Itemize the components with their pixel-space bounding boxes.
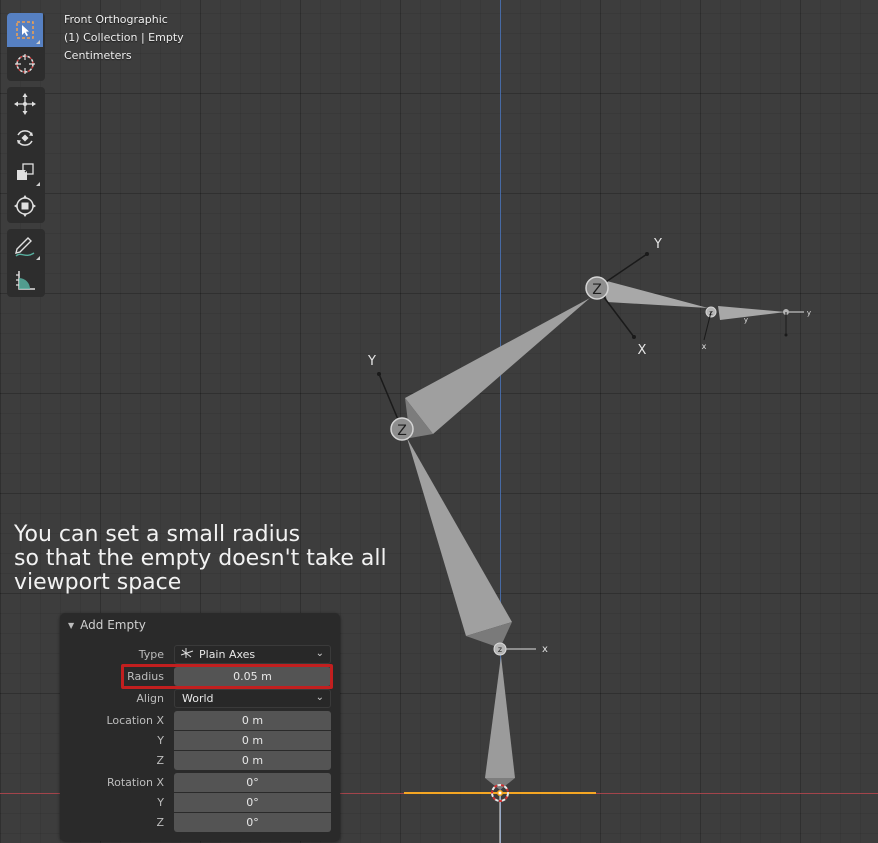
location-y-label: Y [157, 734, 164, 747]
rotation-z-row: Z 0° [60, 813, 340, 833]
annotate-tool[interactable] [7, 229, 43, 263]
collapse-triangle-icon[interactable]: ▼ [68, 621, 74, 630]
select-box-tool[interactable] [7, 13, 43, 47]
chevron-down-icon: ⌄ [315, 648, 324, 659]
panel-title: Add Empty [80, 618, 146, 632]
rotation-y-label: Y [157, 796, 164, 809]
radius-highlight-box [121, 664, 333, 689]
tiny-empty-right-x-label: y [807, 309, 811, 317]
move-tool[interactable] [7, 87, 43, 121]
3d-cursor-icon[interactable] [489, 782, 511, 804]
bone-right-small[interactable] [718, 306, 786, 320]
location-x-row: Location X 0 m [60, 711, 340, 731]
annotate-icon [15, 237, 35, 257]
bone-lower[interactable] [485, 656, 515, 778]
rotate-tool[interactable] [7, 121, 43, 155]
cursor-tool[interactable] [7, 47, 43, 81]
big-empty-upper-x-dot [632, 335, 636, 339]
bone-right[interactable] [603, 280, 708, 308]
location-y-row: Y 0 m [60, 731, 340, 751]
move-icon [14, 93, 36, 115]
transform-tool-group [7, 87, 45, 223]
units-label: Centimeters [64, 49, 132, 62]
location-x-label: Location X [106, 714, 164, 727]
big-empty-upper-x-label: X [638, 343, 647, 358]
big-empty-upper-z-label: Z [592, 282, 602, 298]
scale-icon [17, 163, 34, 180]
select-tool-group [7, 13, 45, 81]
align-row: Align World ⌄ [60, 689, 340, 709]
rotate-icon [17, 130, 33, 146]
location-x-field[interactable]: 0 m [174, 711, 331, 730]
small-empty-right-x-label: x [702, 342, 707, 351]
rotation-x-field[interactable]: 0° [174, 773, 331, 792]
plain-axes-icon [180, 647, 194, 662]
cursor-icon [15, 54, 35, 74]
viewport-overlay-info: Front Orthographic (1) Collection | Empt… [64, 11, 184, 65]
location-y-field[interactable]: 0 m [174, 731, 331, 750]
location-z-label: Z [156, 754, 164, 767]
small-empty-bottom-x-label: x [542, 644, 548, 655]
panel-header[interactable]: ▼ Add Empty [68, 618, 146, 632]
location-z-field[interactable]: 0 m [174, 751, 331, 770]
location-z-row: Z 0 m [60, 751, 340, 771]
align-label: Align [136, 692, 164, 705]
measure-tool[interactable] [7, 263, 43, 297]
type-label: Type [138, 648, 164, 661]
type-dropdown[interactable]: Plain Axes ⌄ [174, 645, 331, 664]
tool-shelf [7, 13, 45, 303]
big-empty-upper-y-label: Y [653, 237, 662, 252]
add-empty-panel: ▼ Add Empty Type Plain Axes ⌄ Radius 0.0… [60, 613, 340, 841]
big-empty-lower-y-label: Y [367, 354, 376, 369]
rotation-z-label: Z [156, 816, 164, 829]
chevron-down-icon: ⌄ [315, 692, 324, 703]
type-row: Type Plain Axes ⌄ [60, 645, 340, 665]
small-empty-right-y-label: y [744, 316, 748, 324]
scale-tool[interactable] [7, 155, 43, 189]
align-dropdown[interactable]: World ⌄ [174, 689, 331, 708]
transform-icon [14, 195, 36, 217]
bone-upper[interactable] [405, 298, 590, 434]
view-name: Front Orthographic [64, 13, 168, 26]
measure-icon [16, 271, 35, 290]
annotate-tool-group [7, 229, 45, 297]
rotation-y-row: Y 0° [60, 793, 340, 813]
big-empty-lower-z-label: Z [397, 423, 407, 439]
bone-middle[interactable] [407, 438, 512, 636]
big-empty-lower-y-dot [377, 372, 381, 376]
rotation-y-field[interactable]: 0° [174, 793, 331, 812]
transform-tool[interactable] [7, 189, 43, 223]
type-value: Plain Axes [199, 648, 256, 661]
rotation-x-label: Rotation X [106, 776, 164, 789]
select-box-icon [16, 21, 34, 39]
rotation-x-row: Rotation X 0° [60, 773, 340, 793]
align-value: World [182, 692, 214, 705]
big-empty-upper-y-dot [645, 252, 649, 256]
small-empty-bottom-z-label: z [498, 645, 502, 654]
tutorial-annotation-text: You can set a small radius so that the e… [14, 522, 387, 595]
rotation-z-field[interactable]: 0° [174, 813, 331, 832]
collection-info: (1) Collection | Empty [64, 31, 184, 44]
tiny-empty-right-y-dot [784, 333, 788, 337]
